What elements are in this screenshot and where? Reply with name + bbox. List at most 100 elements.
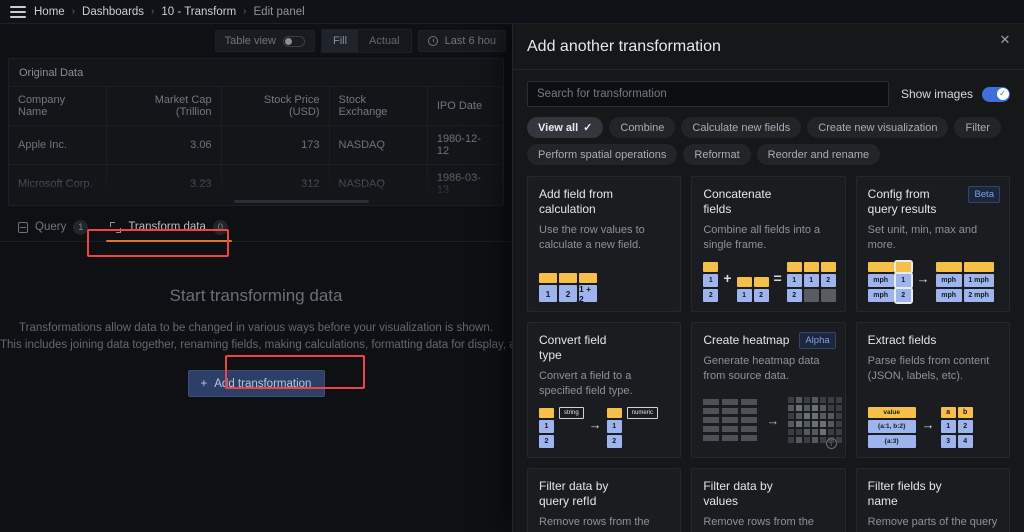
filter-pill-perform-spatial-operations[interactable]: Perform spatial operations (527, 144, 678, 165)
arrow-right-icon: → (588, 417, 602, 432)
filter-pill-reorder-and-rename[interactable]: Reorder and rename (756, 144, 881, 165)
table-view-switch[interactable] (282, 35, 305, 47)
drawer-body: Show images ✓ View all ✓ Combine Calcula… (513, 70, 1024, 532)
filter-pill-view-all[interactable]: View all ✓ (527, 117, 604, 138)
filter-pill-combine[interactable]: Combine (609, 117, 676, 138)
add-transformation-drawer: Add another transformation ✕ Show images… (512, 24, 1024, 532)
breadcrumb-item-dashboard-name[interactable]: 10 - Transform (161, 6, 236, 18)
add-transformation-button[interactable]: + Add transformation (187, 370, 325, 397)
art-type-label-string: string (559, 407, 584, 419)
card-title: Filter fields by name (867, 479, 942, 508)
table-column-header[interactable]: Market Cap (Trillion (106, 86, 222, 126)
filter-pill-reformat[interactable]: Reformat (683, 144, 751, 165)
transformation-card-filter-data-by-values[interactable]: Filter data by values Remove rows from t… (691, 468, 846, 532)
art-heatmap-grid (788, 397, 843, 443)
art-value-cell: 2 (539, 435, 554, 448)
time-range-picker[interactable]: Last 6 hou (417, 30, 506, 52)
art-value-cell: 2 (559, 285, 577, 302)
actual-button[interactable]: Actual (358, 30, 411, 52)
art-value-cell: 1 (539, 420, 554, 433)
tab-query-label: Query (35, 221, 67, 233)
art-header-cell (820, 262, 836, 272)
art-header-cell (703, 262, 719, 272)
table-column-header[interactable]: Stock Exchange (329, 86, 428, 126)
empty-state-description-line2: This includes joining data together, ren… (0, 339, 512, 351)
art-empty-cell (803, 289, 819, 302)
art-value-cell: 3 (940, 435, 956, 448)
fill-button[interactable]: Fill (321, 30, 359, 52)
transformation-card-convert-field-type[interactable]: Convert field type Convert a field to a … (527, 322, 682, 458)
close-icon[interactable]: ✕ (996, 31, 1014, 49)
show-images-control[interactable]: Show images ✓ (901, 86, 1010, 102)
chevron-right-icon: › (71, 6, 76, 17)
art-value-cell: 1 (940, 420, 956, 433)
art-value-cell: 2 (703, 289, 719, 302)
transformation-card-concatenate-fields[interactable]: Concatenate fields Combine all fields in… (691, 176, 846, 312)
card-description: Remove rows from the query results using… (703, 516, 823, 532)
transformation-card-filter-fields-by-name[interactable]: Filter fields by name Remove parts of th… (855, 468, 1010, 532)
tab-query[interactable]: Query 1 (14, 213, 92, 241)
transformation-card-create-heatmap[interactable]: Create heatmap Alpha Generate heatmap da… (691, 322, 846, 458)
table-view-toggle[interactable]: Table view (214, 30, 315, 52)
art-value-cell: mph (935, 274, 962, 287)
transformation-card-filter-data-by-query-refid[interactable]: Filter data by query refId Remove rows f… (527, 468, 682, 532)
art-type-label-numeric: numeric (626, 407, 659, 419)
art-header-cell (579, 273, 597, 283)
search-input[interactable] (527, 81, 889, 107)
art-header-cell (559, 273, 577, 283)
transformation-card-config-from-query-results[interactable]: Config from query results Beta Set unit,… (855, 176, 1010, 312)
tab-transform-data-count: 0 (212, 219, 228, 235)
show-images-toggle[interactable]: ✓ (982, 86, 1010, 102)
filter-pill-calculate-new-fields[interactable]: Calculate new fields (681, 117, 802, 138)
art-header-cell (867, 262, 894, 272)
art-header-cell (935, 262, 962, 272)
art-header-cell (606, 408, 622, 418)
table-cell: 173 (221, 125, 330, 165)
tab-query-count: 1 (73, 219, 89, 235)
art-value-cell: 2 (753, 289, 769, 302)
art-value-cell: 2 (820, 274, 836, 287)
transformation-card-add-field-from-calculation[interactable]: Add field from calculation Use the row v… (527, 176, 682, 312)
art-value-cell: mph (867, 289, 894, 302)
panel-editor-pane: Table view Fill Actual Last 6 hou Origin… (0, 24, 512, 532)
search-row: Show images ✓ (527, 81, 1010, 107)
table-cell: 1980-12-12 (427, 125, 503, 165)
card-title: Extract fields (867, 333, 937, 347)
filter-pill-create-new-visualization[interactable]: Create new visualization (807, 117, 949, 138)
table-column-header[interactable]: Company Name (9, 86, 108, 126)
art-value-cell: {a:1, b:2} (867, 420, 916, 433)
arrow-right-icon: → (766, 412, 780, 428)
empty-state-heading: Start transforming data (169, 286, 343, 305)
breadcrumb-item-home[interactable]: Home (34, 6, 65, 18)
arrow-right-icon: → (921, 417, 935, 432)
info-icon[interactable]: i (825, 438, 837, 449)
table-column-header[interactable]: IPO Date (427, 86, 503, 126)
chevron-right-icon: › (243, 6, 247, 17)
art-value-cell: 1 (606, 420, 622, 433)
top-navigation-bar: Home › Dashboards › 10 - Transform › Edi… (0, 0, 1024, 24)
breadcrumb: Home › Dashboards › 10 - Transform › Edi… (34, 6, 305, 18)
horizontal-scrollbar[interactable] (234, 200, 369, 203)
tab-transform-data[interactable]: Transform data 0 (106, 213, 232, 242)
status-badge-alpha: Alpha (799, 332, 836, 349)
card-title: Add field from calculation (539, 187, 614, 216)
table-cell: NASDAQ (329, 125, 428, 165)
grafana-edit-panel: Home › Dashboards › 10 - Transform › Edi… (0, 0, 1024, 532)
frame-icon (110, 221, 122, 233)
card-illustration-heatmap: → (703, 392, 843, 448)
art-value-cell: 1 (539, 285, 557, 302)
art-value-cell: 1 (736, 289, 752, 302)
card-illustration-extract: value {a:1, b:2} {a:3} → a b 1 2 3 4 (867, 392, 998, 448)
menu-icon[interactable] (10, 5, 26, 18)
filter-pill-filter[interactable]: Filter (954, 117, 1001, 138)
database-icon (18, 221, 28, 233)
art-value-cell-selected: 1 (893, 272, 913, 289)
plus-icon: + (200, 377, 208, 390)
transformation-card-extract-fields[interactable]: Extract fields Parse fields from content… (855, 322, 1010, 458)
table-row: Apple Inc. 3.06 173 NASDAQ 1980-12-12 (9, 125, 503, 165)
art-value-cell: 1 + 2 (579, 284, 597, 304)
breadcrumb-item-dashboards[interactable]: Dashboards (82, 6, 144, 18)
art-header-cell-selected (893, 260, 913, 274)
card-description: Remove rows from the data based on origi… (539, 516, 669, 532)
table-column-header[interactable]: Stock Price (USD) (221, 86, 330, 126)
